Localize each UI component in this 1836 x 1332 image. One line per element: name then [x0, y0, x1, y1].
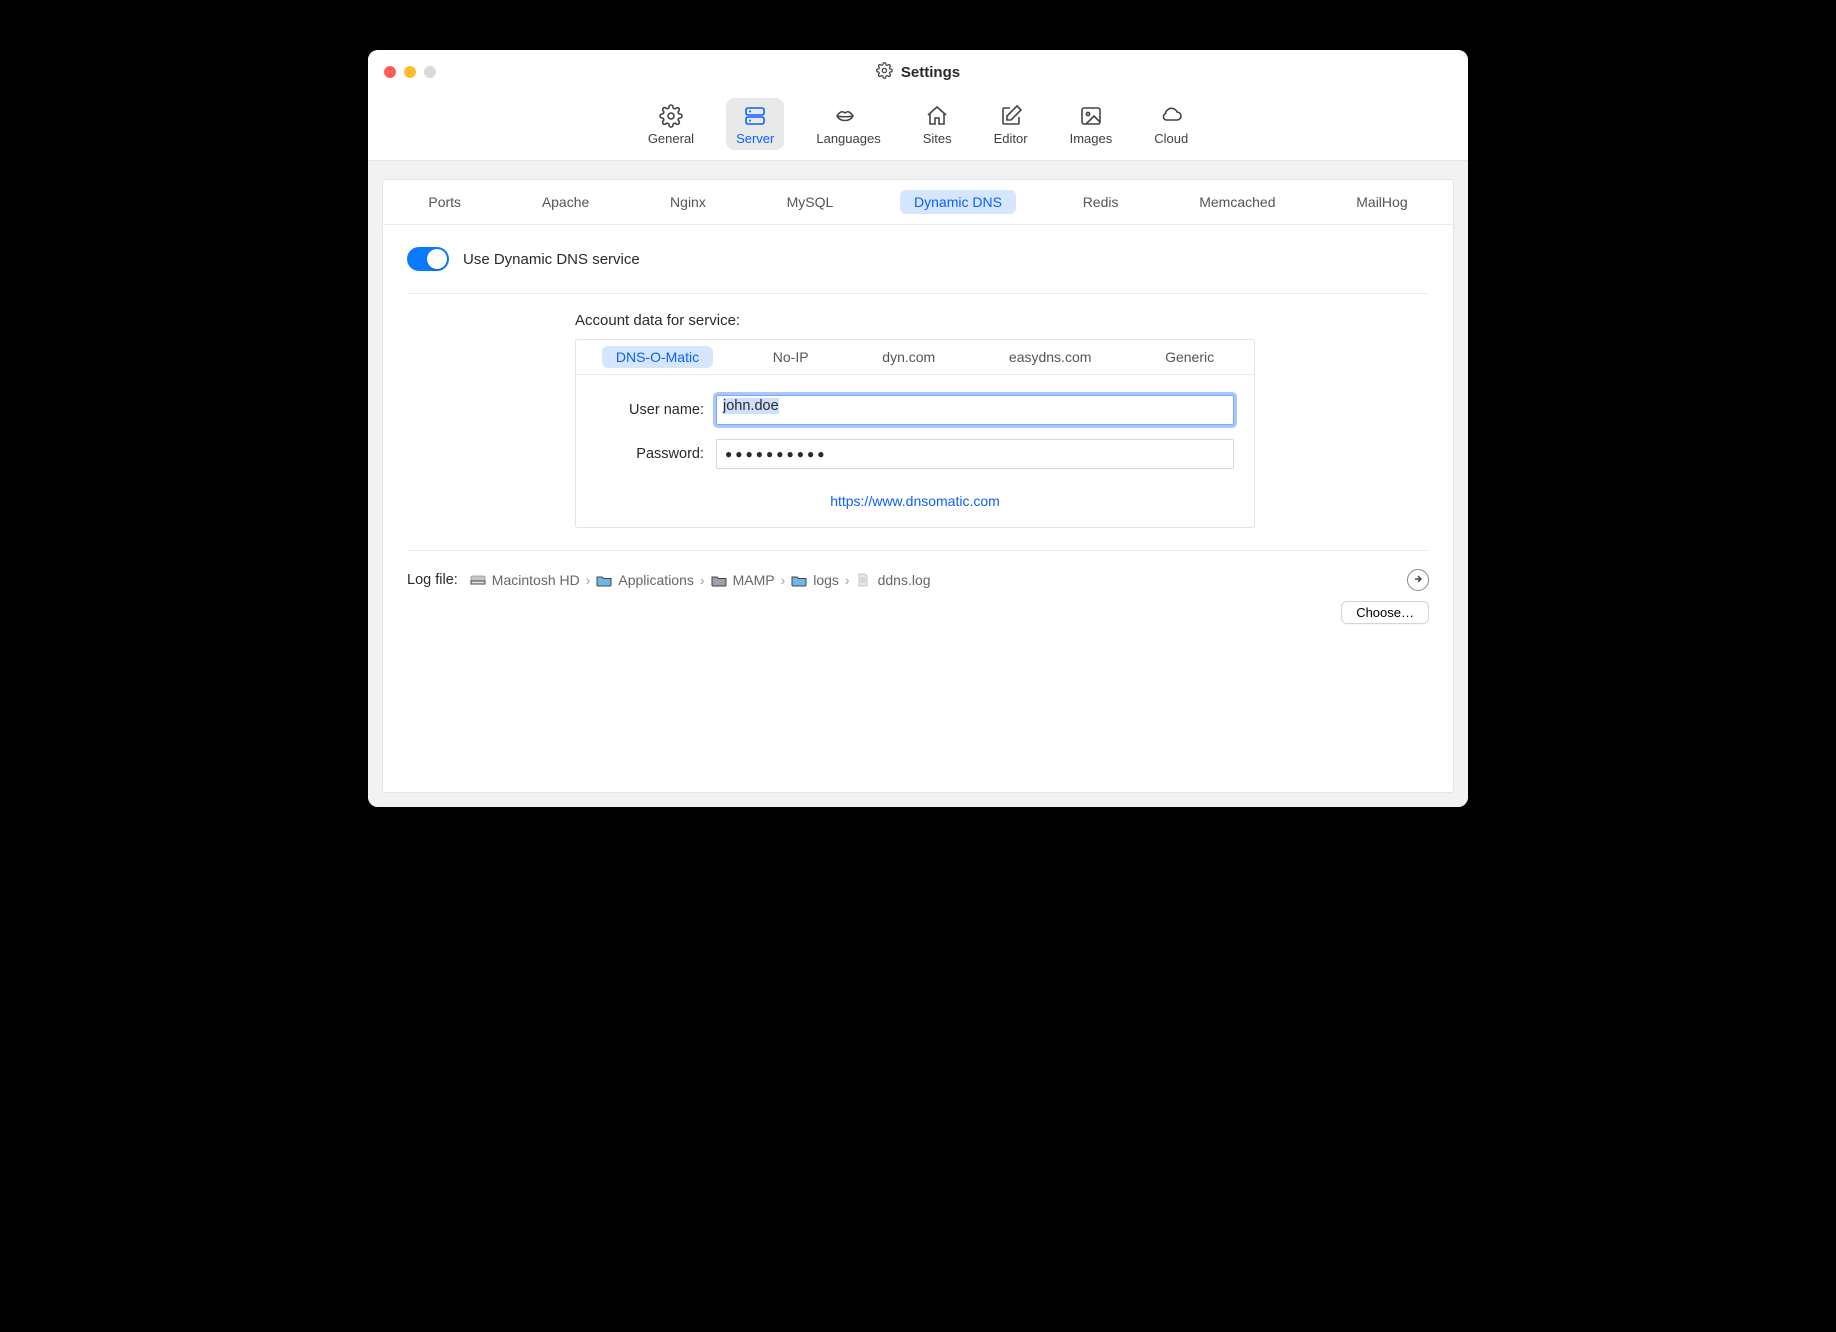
tab-images[interactable]: Images: [1060, 98, 1123, 150]
logfile-row: Log file: Macintosh HD › Applications ›: [407, 569, 1429, 591]
provider-tabs: DNS-O-Matic No-IP dyn.com easydns.com Ge…: [576, 340, 1254, 375]
folder-icon: [711, 573, 727, 587]
close-window-button[interactable]: [384, 66, 396, 78]
chevron-right-icon: ›: [781, 572, 786, 588]
provider-tab-noip[interactable]: No-IP: [759, 346, 823, 368]
gear-icon: [876, 62, 893, 83]
provider-tab-easydns[interactable]: easydns.com: [995, 346, 1105, 368]
house-icon: [924, 104, 950, 128]
body-area: Ports Apache Nginx MySQL Dynamic DNS Red…: [368, 161, 1468, 807]
provider-tab-generic[interactable]: Generic: [1151, 346, 1228, 368]
tab-sites[interactable]: Sites: [913, 98, 962, 150]
folder-icon: [596, 573, 612, 587]
server-panel: Ports Apache Nginx MySQL Dynamic DNS Red…: [382, 179, 1454, 793]
username-label: User name:: [596, 402, 716, 418]
tab-label: Cloud: [1154, 131, 1188, 146]
subtab-redis[interactable]: Redis: [1069, 190, 1133, 214]
cloud-icon: [1156, 104, 1186, 128]
divider: [407, 550, 1429, 551]
ddns-content: Use Dynamic DNS service Account data for…: [383, 225, 1453, 642]
tab-label: General: [648, 131, 694, 146]
crumb-text: ddns.log: [878, 572, 931, 588]
crumb-logs[interactable]: logs: [791, 572, 839, 588]
provider-url-link[interactable]: https://www.dnsomatic.com: [830, 493, 1000, 509]
crumb-file[interactable]: ddns.log: [856, 572, 931, 588]
file-icon: [856, 573, 872, 587]
crumb-disk[interactable]: Macintosh HD: [470, 572, 580, 588]
edit-icon: [998, 104, 1024, 128]
ddns-toggle-label: Use Dynamic DNS service: [463, 251, 640, 268]
minimize-window-button[interactable]: [404, 66, 416, 78]
window-title: Settings: [876, 62, 960, 83]
window-title-text: Settings: [901, 64, 960, 81]
subtab-ports[interactable]: Ports: [414, 190, 475, 214]
subtab-memcached[interactable]: Memcached: [1185, 190, 1289, 214]
username-input[interactable]: john.doe: [716, 395, 1234, 425]
chevron-right-icon: ›: [700, 572, 705, 588]
provider-link-row: https://www.dnsomatic.com: [596, 483, 1234, 509]
account-section: Account data for service: DNS-O-Matic No…: [407, 312, 1429, 528]
crumb-text: Applications: [618, 572, 694, 588]
chevron-right-icon: ›: [586, 572, 591, 588]
provider-form: User name: john.doe Password: ●●●●●●●●●●…: [576, 375, 1254, 527]
password-mask: ●●●●●●●●●●: [725, 447, 827, 461]
username-value: john.doe: [723, 398, 779, 414]
reveal-in-finder-button[interactable]: [1407, 569, 1429, 591]
lips-icon: [833, 104, 865, 128]
subtab-nginx[interactable]: Nginx: [656, 190, 720, 214]
password-label: Password:: [596, 446, 716, 462]
choose-row: Choose…: [407, 591, 1429, 624]
tab-label: Sites: [923, 131, 952, 146]
username-row: User name: john.doe: [596, 395, 1234, 425]
zoom-window-button[interactable]: [424, 66, 436, 78]
tab-label: Languages: [816, 131, 880, 146]
ddns-enable-toggle[interactable]: [407, 247, 449, 271]
provider-tab-dnsomatic[interactable]: DNS-O-Matic: [602, 346, 713, 368]
titlebar: Settings: [368, 50, 1468, 94]
folder-icon: [791, 573, 807, 587]
account-heading: Account data for service:: [575, 312, 1429, 329]
settings-window: Settings General Server Languages: [368, 50, 1468, 807]
logfile-path-breadcrumbs: Macintosh HD › Applications › MAMP ›: [470, 572, 1395, 588]
subtab-apache[interactable]: Apache: [528, 190, 603, 214]
subtab-mailhog[interactable]: MailHog: [1342, 190, 1421, 214]
crumb-text: Macintosh HD: [492, 572, 580, 588]
preferences-toolbar: General Server Languages Sites Editor: [368, 94, 1468, 161]
password-input[interactable]: ●●●●●●●●●●: [716, 439, 1234, 469]
account-box: DNS-O-Matic No-IP dyn.com easydns.com Ge…: [575, 339, 1255, 528]
tab-cloud[interactable]: Cloud: [1144, 98, 1198, 150]
crumb-mamp[interactable]: MAMP: [711, 572, 775, 588]
window-controls: [368, 66, 436, 78]
chevron-right-icon: ›: [845, 572, 850, 588]
tab-label: Editor: [994, 131, 1028, 146]
crumb-text: MAMP: [733, 572, 775, 588]
ddns-toggle-row: Use Dynamic DNS service: [407, 247, 1429, 271]
image-icon: [1077, 104, 1105, 128]
tab-label: Images: [1070, 131, 1113, 146]
crumb-applications[interactable]: Applications: [596, 572, 694, 588]
tab-label: Server: [736, 131, 774, 146]
server-subtabs: Ports Apache Nginx MySQL Dynamic DNS Red…: [383, 180, 1453, 225]
password-row: Password: ●●●●●●●●●●: [596, 439, 1234, 469]
choose-logfile-button[interactable]: Choose…: [1341, 601, 1429, 624]
arrow-right-icon: [1412, 572, 1424, 588]
disk-icon: [470, 573, 486, 587]
provider-tab-dyn[interactable]: dyn.com: [868, 346, 949, 368]
tab-general[interactable]: General: [638, 98, 704, 150]
gear-icon: [658, 104, 684, 128]
crumb-text: logs: [813, 572, 839, 588]
subtab-dynamic-dns[interactable]: Dynamic DNS: [900, 190, 1016, 214]
tab-editor[interactable]: Editor: [984, 98, 1038, 150]
server-icon: [740, 104, 770, 128]
divider: [407, 293, 1429, 294]
tab-server[interactable]: Server: [726, 98, 784, 150]
logfile-label: Log file:: [407, 572, 458, 588]
subtab-mysql[interactable]: MySQL: [773, 190, 848, 214]
tab-languages[interactable]: Languages: [806, 98, 890, 150]
